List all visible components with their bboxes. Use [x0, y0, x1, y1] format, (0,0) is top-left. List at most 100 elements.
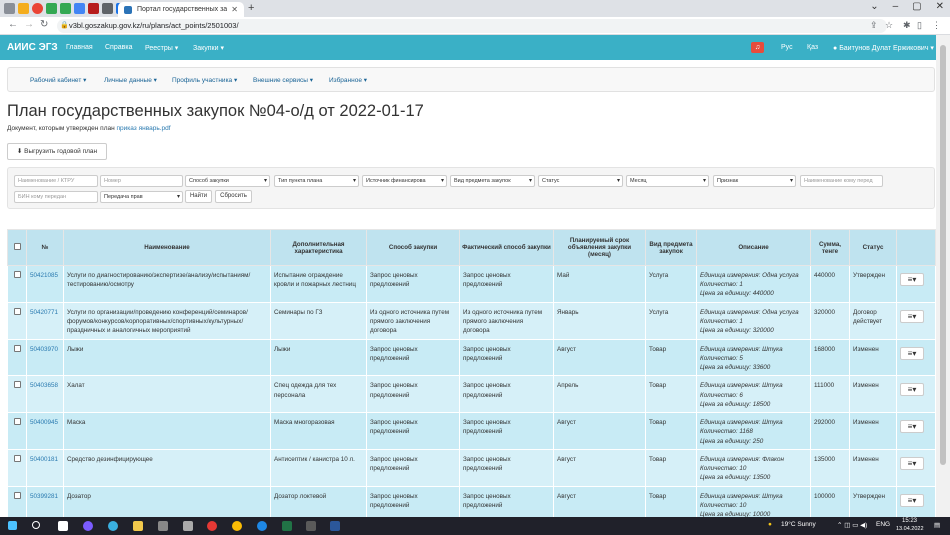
new-tab-icon[interactable]: +: [248, 2, 254, 14]
row-number-link[interactable]: 50403970: [26, 338, 64, 377]
task-view-icon[interactable]: [58, 521, 68, 531]
weather-text[interactable]: 19°C Sunny: [781, 521, 816, 528]
pinned-tab-icon[interactable]: [60, 3, 71, 14]
clock-date[interactable]: 13.04.2022: [896, 526, 924, 532]
chevron-down-icon[interactable]: ⌄: [870, 1, 878, 12]
export-plan-button[interactable]: ⬇ Выгрузить годовой план: [7, 143, 107, 160]
row-number-link[interactable]: 50420771: [26, 301, 64, 340]
row-actions-menu-icon[interactable]: ≡▾: [900, 273, 924, 286]
bin-input[interactable]: БИН кому передан: [14, 191, 98, 203]
col-name[interactable]: Наименование: [63, 229, 271, 266]
reload-icon[interactable]: ↻: [40, 19, 48, 30]
notifications-icon[interactable]: ▤: [934, 521, 940, 529]
col-month[interactable]: Планируемый срок объявления закупки (мес…: [553, 229, 646, 266]
active-tab[interactable]: Портал государственных закуп ✕: [118, 2, 244, 17]
row-checkbox[interactable]: [13, 454, 21, 462]
clock-time[interactable]: 15:23: [902, 518, 917, 524]
row-checkbox[interactable]: [13, 307, 21, 315]
sidebar-icon[interactable]: ▯: [917, 20, 922, 31]
user-menu[interactable]: ● Баитунов Дулат Ержикович ▾: [833, 44, 934, 52]
select-all-checkbox[interactable]: [13, 243, 21, 250]
store-icon[interactable]: [158, 521, 168, 531]
month-select[interactable]: Месяц: [626, 175, 709, 187]
reset-button[interactable]: Сбросить: [215, 190, 252, 203]
extensions-icon[interactable]: ✱: [903, 20, 911, 31]
subnav-profile[interactable]: Профиль участника ▾: [172, 76, 237, 84]
tab-search-icon[interactable]: [4, 3, 15, 14]
col-status[interactable]: Статус: [849, 229, 897, 266]
row-checkbox[interactable]: [13, 381, 21, 389]
notification-bell-icon[interactable]: ♫: [751, 42, 764, 53]
star-icon[interactable]: ☆: [885, 20, 893, 31]
pinned-tab-icon[interactable]: [88, 3, 99, 14]
menu-dots-icon[interactable]: ⋮: [932, 20, 941, 31]
number-input[interactable]: Номер: [100, 175, 183, 187]
source-select[interactable]: Источник финансирова: [362, 175, 447, 187]
status-select[interactable]: Статус: [538, 175, 623, 187]
teams-icon[interactable]: [83, 521, 93, 531]
file-explorer-icon[interactable]: [133, 521, 143, 531]
row-actions-menu-icon[interactable]: ≡▾: [900, 346, 924, 360]
lang-kz-link[interactable]: Қаз: [807, 44, 818, 51]
close-window-icon[interactable]: ✕: [936, 1, 944, 12]
col-method[interactable]: Способ закупки: [366, 229, 460, 266]
row-checkbox[interactable]: [13, 271, 21, 278]
method-select[interactable]: Способ закупки: [185, 175, 270, 187]
back-icon[interactable]: ←: [8, 19, 18, 30]
col-actual-method[interactable]: Фактический способ закупки: [459, 229, 554, 266]
app-icon[interactable]: [183, 521, 193, 531]
nav-registries[interactable]: Реестры ▾: [145, 44, 178, 52]
pinned-tab-icon[interactable]: [102, 3, 113, 14]
page-scrollbar[interactable]: [936, 35, 950, 517]
share-icon[interactable]: ⇪: [870, 20, 878, 31]
address-bar[interactable]: 🔒 v3bl.goszakup.gov.kz/ru/plans/act_poin…: [57, 19, 887, 33]
row-actions-menu-icon[interactable]: ≡▾: [900, 420, 924, 434]
chrome-icon[interactable]: [232, 521, 242, 531]
language-indicator[interactable]: ENG: [876, 521, 890, 528]
row-number-link[interactable]: 50400181: [26, 448, 64, 487]
row-number-link[interactable]: 50421085: [26, 265, 64, 303]
row-actions-menu-icon[interactable]: ≡▾: [900, 456, 924, 470]
subnav-external[interactable]: Внешние сервисы ▾: [253, 76, 313, 84]
nav-home[interactable]: Главная: [66, 44, 93, 51]
close-tab-icon[interactable]: ✕: [231, 5, 238, 14]
name-ktru-input[interactable]: Наименование / КТРУ: [14, 175, 98, 187]
yandex-icon[interactable]: [207, 521, 217, 531]
subnav-personal[interactable]: Личные данные ▾: [104, 76, 157, 84]
brand-logo[interactable]: АИИС ЭГЗ: [7, 42, 58, 53]
row-checkbox[interactable]: [13, 491, 21, 499]
pinned-tab-icon[interactable]: [32, 3, 43, 14]
scrollbar-thumb[interactable]: [940, 45, 946, 465]
doc-link[interactable]: приказ январь.pdf: [117, 125, 171, 132]
ie-icon[interactable]: [257, 521, 267, 531]
row-checkbox[interactable]: [13, 344, 21, 352]
sign-select[interactable]: Признак: [713, 175, 796, 187]
col-extra[interactable]: Дополнительная характеристика: [270, 229, 367, 266]
pinned-tab-icon[interactable]: [74, 3, 85, 14]
col-sum[interactable]: Сумма, тенге: [810, 229, 850, 266]
forward-icon[interactable]: →: [24, 19, 34, 30]
row-number-link[interactable]: 50403658: [26, 375, 64, 414]
row-number-link[interactable]: 50400945: [26, 412, 64, 450]
tray-icons[interactable]: ⌃ ◫ ▭ ◀): [837, 521, 867, 529]
col-number[interactable]: №: [26, 229, 64, 266]
lang-ru-link[interactable]: Рус: [781, 44, 793, 51]
windows-start-icon[interactable]: [8, 521, 17, 530]
nav-help[interactable]: Справка: [105, 44, 132, 51]
row-actions-menu-icon[interactable]: ≡▾: [900, 309, 924, 323]
excel-icon[interactable]: [282, 521, 292, 531]
edge-icon[interactable]: [108, 521, 118, 531]
subnav-cabinet[interactable]: Рабочий кабинет ▾: [30, 76, 86, 84]
minimize-icon[interactable]: –: [893, 1, 899, 12]
pinned-tab-icon[interactable]: [18, 3, 29, 14]
row-checkbox[interactable]: [13, 418, 21, 426]
app-icon[interactable]: [306, 521, 316, 531]
nav-purchases[interactable]: Закупки ▾: [193, 44, 224, 52]
maximize-icon[interactable]: ▢: [912, 1, 921, 12]
subnav-favorites[interactable]: Избранное ▾: [329, 76, 367, 84]
subject-type-select[interactable]: Вид предмета закупок: [450, 175, 535, 187]
pinned-tab-icon[interactable]: [46, 3, 57, 14]
row-actions-menu-icon[interactable]: ≡▾: [900, 493, 924, 507]
find-button[interactable]: Найти: [185, 190, 212, 203]
col-type[interactable]: Вид предмета закупок: [645, 229, 697, 266]
